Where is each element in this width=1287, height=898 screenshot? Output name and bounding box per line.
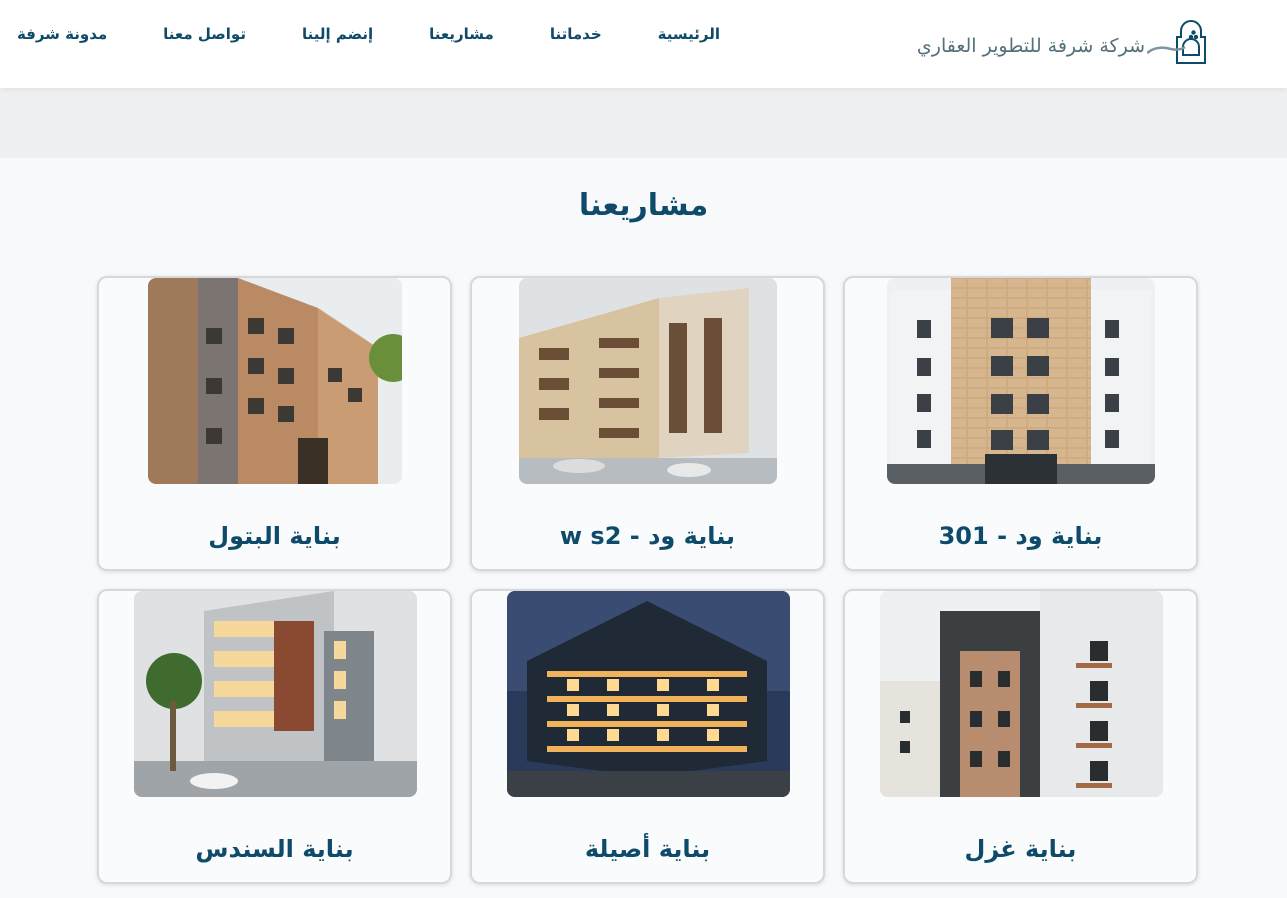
page-banner	[0, 88, 1287, 158]
brand-name: شركة شرفة للتطوير العقاري	[916, 35, 1145, 57]
project-card-wad-ws2[interactable]: بناية ود - w s2	[470, 276, 825, 571]
project-image	[134, 591, 417, 797]
project-card-albatoul[interactable]: بناية البتول	[97, 276, 452, 571]
project-title: بناية غزل	[964, 835, 1077, 863]
nav-item-join-us[interactable]: إنضم إلينا	[302, 25, 373, 43]
site-header: شركة شرفة للتطوير العقاري الرئيسية خدمات…	[0, 0, 1287, 88]
project-title: بناية أصيلة	[584, 835, 711, 863]
shorfa-logo-icon	[1147, 19, 1206, 64]
nav-item-projects[interactable]: مشاريعنا	[429, 25, 494, 43]
nav-item-services[interactable]: خدماتنا	[550, 25, 602, 43]
project-card-wad-301[interactable]: بناية ود - 301	[843, 276, 1198, 571]
nav-item-blog[interactable]: مدونة شرفة	[17, 25, 107, 43]
project-title: بناية ود - 301	[938, 522, 1103, 550]
project-image	[507, 591, 790, 797]
project-title: بناية السندس	[195, 835, 354, 863]
project-title: بناية البتول	[208, 522, 341, 550]
project-title: بناية ود - w s2	[559, 522, 736, 550]
project-card-aseela[interactable]: بناية أصيلة	[470, 589, 825, 884]
project-card-alsondos[interactable]: بناية السندس	[97, 589, 452, 884]
project-image	[519, 278, 777, 484]
project-image	[148, 278, 402, 484]
nav-item-contact[interactable]: تواصل معنا	[163, 25, 246, 43]
project-image	[887, 278, 1155, 484]
project-image	[880, 591, 1163, 797]
nav-item-home[interactable]: الرئيسية	[658, 25, 720, 43]
brand-logo[interactable]: شركة شرفة للتطوير العقاري	[917, 14, 1209, 66]
section-title: مشاريعنا	[578, 188, 709, 223]
project-card-ghazal[interactable]: بناية غزل	[843, 589, 1198, 884]
main-nav: الرئيسية خدماتنا مشاريعنا إنضم إلينا توا…	[17, 25, 720, 43]
